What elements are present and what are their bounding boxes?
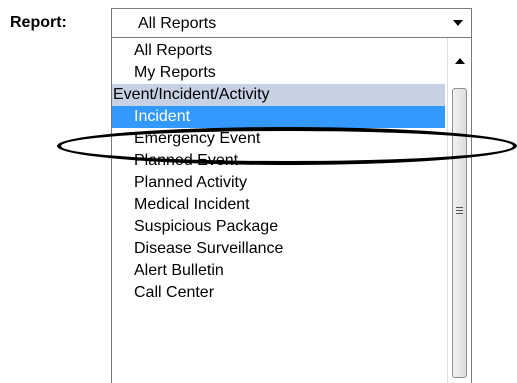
scrollbar-thumb[interactable] <box>452 88 467 378</box>
option-planned-activity[interactable]: Planned Activity <box>112 172 445 194</box>
grip-icon <box>456 207 463 208</box>
option-medical-incident[interactable]: Medical Incident <box>112 194 445 216</box>
scroll-up-arrow-icon[interactable] <box>455 58 465 64</box>
report-select-value: All Reports <box>138 15 217 32</box>
option-call-center[interactable]: Call Center <box>112 282 445 304</box>
dropdown-scrollbar[interactable] <box>447 38 471 383</box>
option-my-reports[interactable]: My Reports <box>112 62 445 84</box>
option-planned-event[interactable]: Planned Event <box>112 150 445 172</box>
option-all-reports[interactable]: All Reports <box>112 40 445 62</box>
report-select[interactable]: All Reports <box>111 8 472 38</box>
grip-icon <box>456 210 463 211</box>
option-alert-bulletin[interactable]: Alert Bulletin <box>112 260 445 282</box>
option-incident[interactable]: Incident <box>112 106 445 128</box>
report-dropdown-list[interactable]: All Reports My Reports Event/Incident/Ac… <box>111 38 472 383</box>
option-suspicious-package[interactable]: Suspicious Package <box>112 216 445 238</box>
report-label: Report: <box>10 14 67 31</box>
option-emergency-event[interactable]: Emergency Event <box>112 128 445 150</box>
chevron-down-icon[interactable] <box>453 20 463 26</box>
option-disease-surveillance[interactable]: Disease Surveillance <box>112 238 445 260</box>
grip-icon <box>456 213 463 214</box>
option-group-event-incident-activity: Event/Incident/Activity <box>112 84 445 106</box>
